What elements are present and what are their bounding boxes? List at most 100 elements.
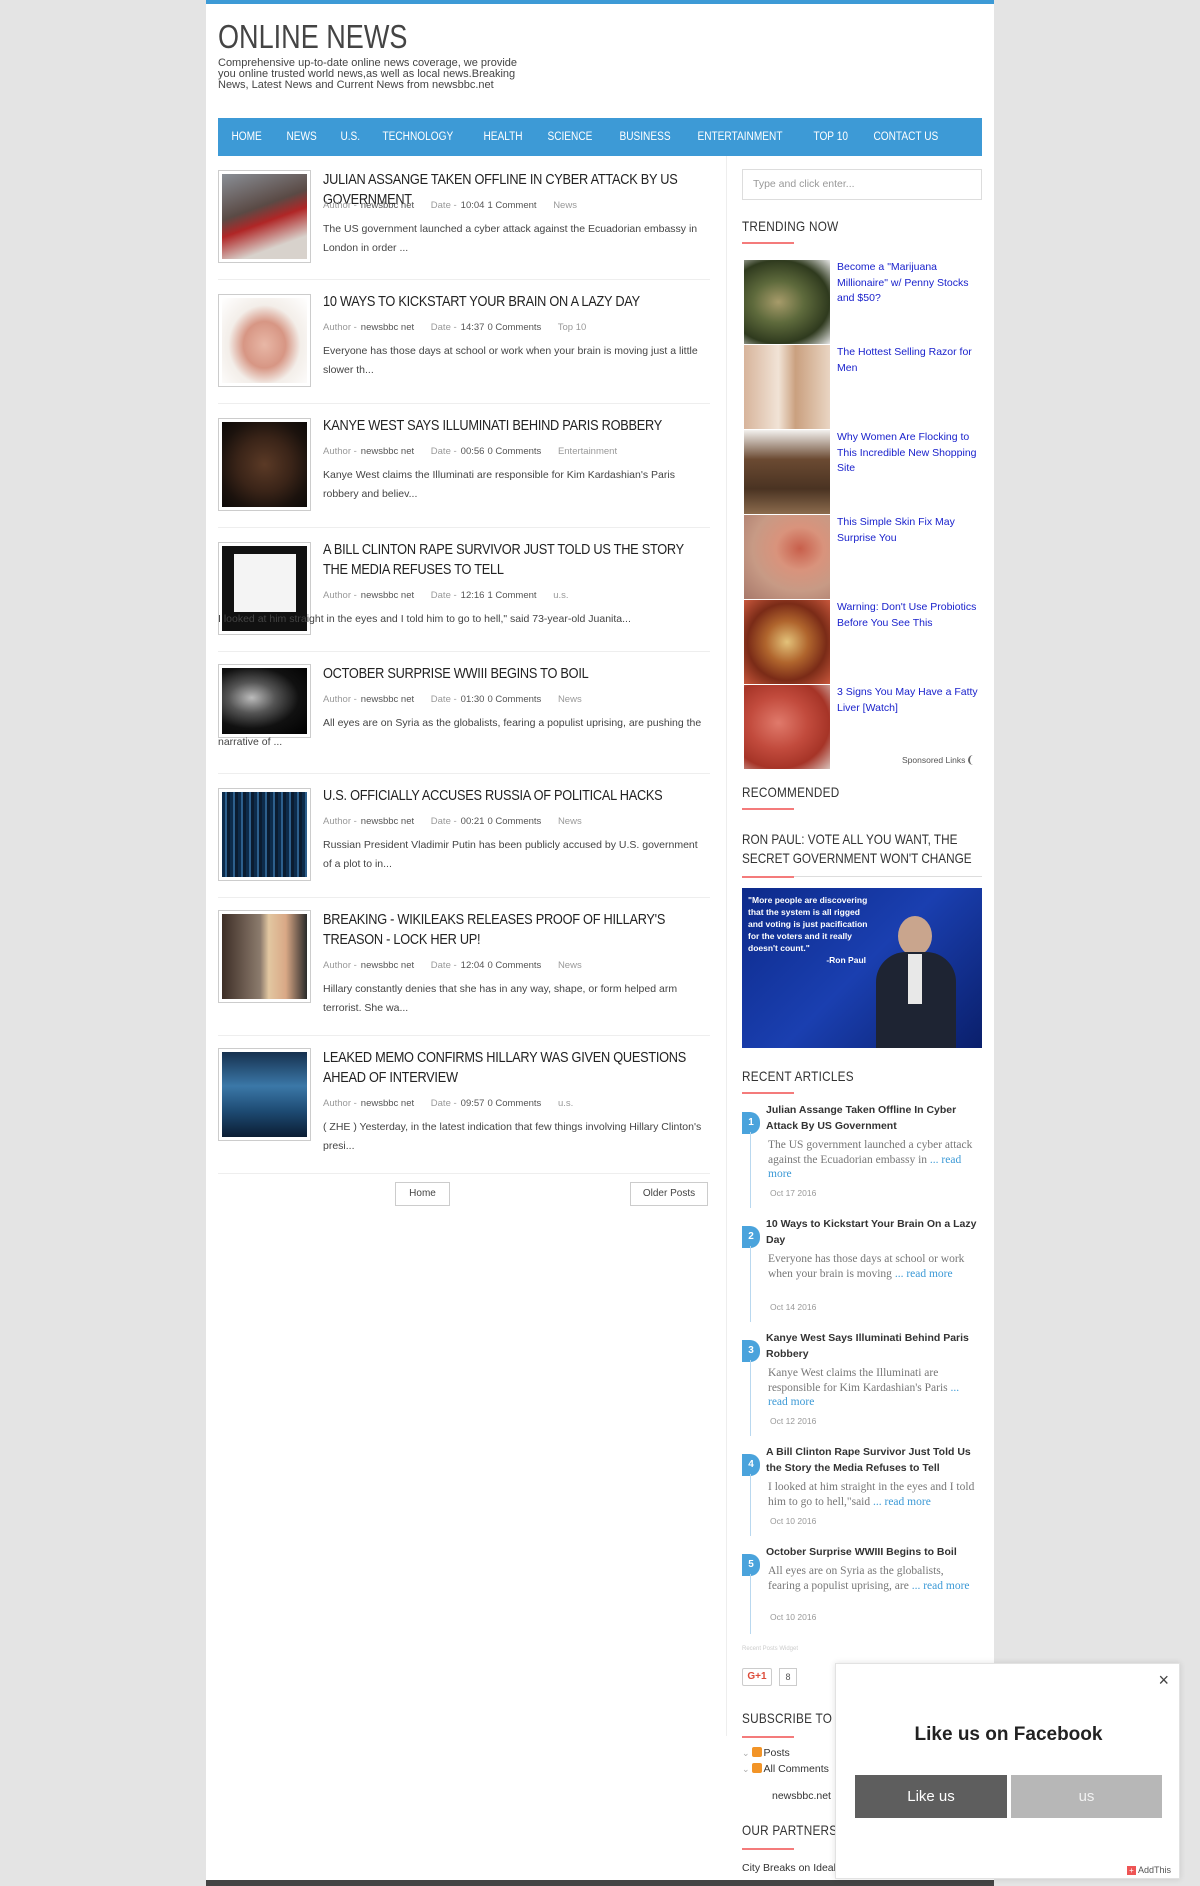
post-author[interactable]: newsbbc net [361,1098,414,1109]
post-author[interactable]: newsbbc net [361,200,414,211]
recent-article-title[interactable]: Kanye West Says Illuminati Behind Paris … [766,1330,978,1362]
trending-thumbnail[interactable] [744,345,830,429]
recent-posts-widget-label[interactable]: Recent Posts Widget [742,1646,798,1652]
post-thumbnail[interactable] [218,170,311,263]
nav-item-health[interactable]: HEALTH [472,118,534,156]
recommended-title[interactable]: RON PAUL: VOTE ALL YOU WANT, THE SECRET … [742,830,977,868]
read-more-link[interactable]: ... read more [873,1496,931,1508]
nav-item-home[interactable]: HOME [220,118,273,156]
nav-item-contact[interactable]: CONTACT US [862,118,950,156]
post-comments[interactable]: 1 Comment [487,590,536,601]
post-title[interactable]: BREAKING - WIKILEAKS RELEASES PROOF OF H… [323,910,689,950]
read-more-link[interactable]: ... read more [895,1268,953,1280]
post-title[interactable]: 10 WAYS TO KICKSTART YOUR BRAIN ON A LAZ… [323,292,689,312]
post-author[interactable]: newsbbc net [361,446,414,457]
post-title[interactable]: OCTOBER SURPRISE WWIII BEGINS TO BOIL [323,664,689,684]
secondary-button[interactable]: us [1011,1775,1162,1818]
trending-thumbnail[interactable] [744,515,830,599]
subscribe-site-link[interactable]: newsbbc.net [772,1790,831,1802]
read-more-link[interactable]: ... read more [912,1580,970,1592]
sponsored-links-label[interactable]: Sponsored Links [902,755,974,765]
post-item: 10 WAYS TO KICKSTART YOUR BRAIN ON A LAZ… [218,286,710,404]
post-thumbnail[interactable] [218,910,311,1003]
recent-article-title[interactable]: Julian Assange Taken Offline In Cyber At… [766,1102,978,1134]
search-input[interactable]: Type and click enter... [742,169,982,200]
post-comments[interactable]: 0 Comments [487,1098,541,1109]
post-title[interactable]: LEAKED MEMO CONFIRMS HILLARY WAS GIVEN Q… [323,1048,689,1088]
post-comments[interactable]: 0 Comments [487,694,541,705]
post-thumbnail[interactable] [218,294,311,387]
post-meta: Author - newsbbc net Date -01:30 0 Comment… [323,694,582,705]
recent-article-title[interactable]: 10 Ways to Kickstart Your Brain On a Laz… [766,1216,978,1248]
post-comments[interactable]: 0 Comments [487,446,541,457]
trending-link[interactable]: This Simple Skin Fix May Surprise You [837,515,980,546]
nav-item-science[interactable]: SCIENCE [536,118,604,156]
post-category[interactable]: Entertainment [558,446,617,457]
nav-item-entertainment[interactable]: ENTERTAINMENT [686,118,794,156]
trending-thumbnail[interactable] [744,430,830,514]
post-category[interactable]: News [558,960,582,971]
post-category[interactable]: u.s. [558,1098,573,1109]
subscribe-comments[interactable]: ⌄ All Comments [742,1763,829,1775]
recent-article-date: Oct 17 2016 [770,1188,817,1198]
post-comments[interactable]: 1 Comment [487,200,536,211]
addthis-brand[interactable]: + AddThis [1126,1865,1171,1875]
trending-link[interactable]: The Hottest Selling Razor for Men [837,345,980,376]
post-author[interactable]: newsbbc net [361,816,414,827]
post-thumbnail[interactable] [218,788,311,881]
nav-item-us[interactable]: U.S. [329,118,372,156]
post-author[interactable]: newsbbc net [361,590,414,601]
like-us-button[interactable]: Like us [855,1775,1007,1818]
post-author[interactable]: newsbbc net [361,960,414,971]
post-title[interactable]: A BILL CLINTON RAPE SURVIVOR JUST TOLD U… [323,540,689,580]
subscribe-posts[interactable]: ⌄ Posts [742,1747,790,1759]
trending-thumbnail[interactable] [744,685,830,769]
post-meta: Author - newsbbc net Date -00:56 0 Comment… [323,446,617,457]
trending-item[interactable]: The Hottest Selling Razor for Men [744,345,980,429]
post-author[interactable]: newsbbc net [361,322,414,333]
nav-item-top10[interactable]: TOP 10 [802,118,859,156]
post-author[interactable]: newsbbc net [361,694,414,705]
timeline-line [750,1574,751,1634]
post-thumbnail[interactable] [218,418,311,511]
trending-item[interactable]: Warning: Don't Use Probiotics Before You… [744,600,980,684]
close-icon[interactable]: × [1158,1670,1169,1691]
trending-link[interactable]: Why Women Are Flocking to This Incredibl… [837,430,980,477]
trending-thumbnail[interactable] [744,260,830,344]
post-category[interactable]: Top 10 [558,322,587,333]
nav-item-news[interactable]: NEWS [275,118,328,156]
recent-article-title[interactable]: October Surprise WWIII Begins to Boil [766,1544,978,1560]
post-item: BREAKING - WIKILEAKS RELEASES PROOF OF H… [218,904,710,1036]
recent-article-date: Oct 10 2016 [770,1516,817,1526]
post-category[interactable]: News [553,200,577,211]
trending-thumbnail[interactable] [744,600,830,684]
post-title[interactable]: KANYE WEST SAYS ILLUMINATI BEHIND PARIS … [323,416,689,436]
post-title[interactable]: U.S. OFFICIALLY ACCUSES RUSSIA OF POLITI… [323,786,689,806]
home-button[interactable]: Home [395,1182,450,1206]
date-label: Date - [430,816,457,827]
trending-item[interactable]: Become a "Marijuana Millionaire" w/ Penn… [744,260,980,344]
recent-article-title[interactable]: A Bill Clinton Rape Survivor Just Told U… [766,1444,978,1476]
main-nav: HOME NEWS U.S. TECHNOLOGY HEALTH SCIENCE… [218,118,982,156]
trending-item[interactable]: Why Women Are Flocking to This Incredibl… [744,430,980,514]
post-comments[interactable]: 0 Comments [487,816,541,827]
recommended-image[interactable]: "More people are discovering that the sy… [742,888,982,1048]
post-comments[interactable]: 0 Comments [487,322,541,333]
post-category[interactable]: News [558,816,582,827]
nav-item-business[interactable]: BUSINESS [608,118,682,156]
quote-text: "More people are discovering that the sy… [748,894,876,966]
trending-item[interactable]: This Simple Skin Fix May Surprise You [744,515,980,599]
google-plus-button[interactable]: G+1 [742,1668,772,1686]
trending-link[interactable]: 3 Signs You May Have a Fatty Liver [Watc… [837,685,980,716]
post-category[interactable]: News [558,694,582,705]
post-category[interactable]: u.s. [553,590,568,601]
post-thumbnail[interactable] [218,1048,311,1141]
post-comments[interactable]: 0 Comments [487,960,541,971]
site-title[interactable]: ONLINE NEWS [218,18,464,56]
partner-link[interactable]: City Breaks on Ideal [742,1862,836,1874]
post-meta: Author - newsbbc net Date -14:37 0 Comment… [323,322,586,333]
trending-link[interactable]: Warning: Don't Use Probiotics Before You… [837,600,980,631]
trending-link[interactable]: Become a "Marijuana Millionaire" w/ Penn… [837,260,980,307]
nav-item-technology[interactable]: TECHNOLOGY [371,118,465,156]
older-posts-button[interactable]: Older Posts [630,1182,708,1206]
